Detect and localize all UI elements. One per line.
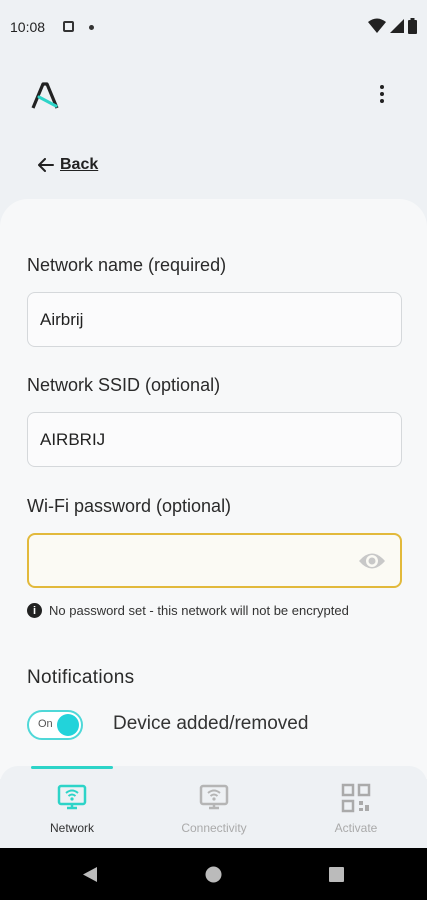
info-icon: i <box>27 603 42 618</box>
network-name-input[interactable]: Airbrij <box>27 292 402 347</box>
network-monitor-icon <box>56 782 88 814</box>
toggle-state-label: On <box>38 718 53 730</box>
back-label: Back <box>60 156 99 173</box>
bottom-navigation: Network Connectivity Activate <box>0 766 427 848</box>
connectivity-monitor-icon <box>198 782 230 814</box>
system-navigation-bar <box>0 848 427 900</box>
status-icons <box>368 17 417 35</box>
nav-item-activate[interactable]: Activate <box>296 766 416 848</box>
active-tab-indicator <box>31 766 113 769</box>
wifi-password-input[interactable] <box>27 533 402 588</box>
notification-icon <box>63 21 74 32</box>
home-circle-icon[interactable] <box>205 866 222 883</box>
notification-dot-icon <box>89 25 94 30</box>
network-ssid-label: Network SSID (optional) <box>27 375 221 395</box>
back-button[interactable]: Back <box>38 154 98 176</box>
more-vertical-icon <box>380 85 384 89</box>
password-hint-text: No password set - this network will not … <box>49 603 349 618</box>
back-triangle-icon[interactable] <box>82 866 98 883</box>
network-ssid-value: AIRBRIJ <box>40 429 106 449</box>
network-ssid-input[interactable]: AIRBRIJ <box>27 412 402 467</box>
network-name-label: Network name (required) <box>27 255 227 275</box>
wifi-icon <box>368 18 386 33</box>
nav-item-network[interactable]: Network <box>12 766 132 848</box>
cellular-signal-icon <box>390 19 404 33</box>
toggle-knob <box>57 714 79 736</box>
app-header <box>0 56 427 136</box>
more-options-button[interactable] <box>370 82 394 106</box>
nav-item-connectivity[interactable]: Connectivity <box>154 766 274 848</box>
arrow-left-icon <box>38 158 54 172</box>
password-hint: i No password set - this network will no… <box>27 601 367 621</box>
device-added-removed-label: Device added/removed <box>113 713 309 734</box>
notifications-title: Notifications <box>27 667 135 688</box>
status-bar: 10:08 <box>0 0 427 56</box>
recents-square-icon[interactable] <box>329 867 344 882</box>
nav-label-network: Network <box>49 821 94 835</box>
network-form-card <box>0 199 427 779</box>
wifi-password-label: Wi-Fi password (optional) <box>27 496 232 516</box>
nav-label-activate: Activate <box>334 821 378 835</box>
airbrij-logo-icon <box>31 82 59 109</box>
nav-label-connectivity: Connectivity <box>181 821 247 835</box>
status-time: 10:08 <box>10 19 46 35</box>
network-name-value: Airbrij <box>40 309 84 329</box>
device-added-removed-toggle[interactable]: On <box>27 710 83 740</box>
qr-code-icon <box>340 782 372 814</box>
eye-icon[interactable] <box>358 550 386 572</box>
battery-icon <box>408 18 417 34</box>
